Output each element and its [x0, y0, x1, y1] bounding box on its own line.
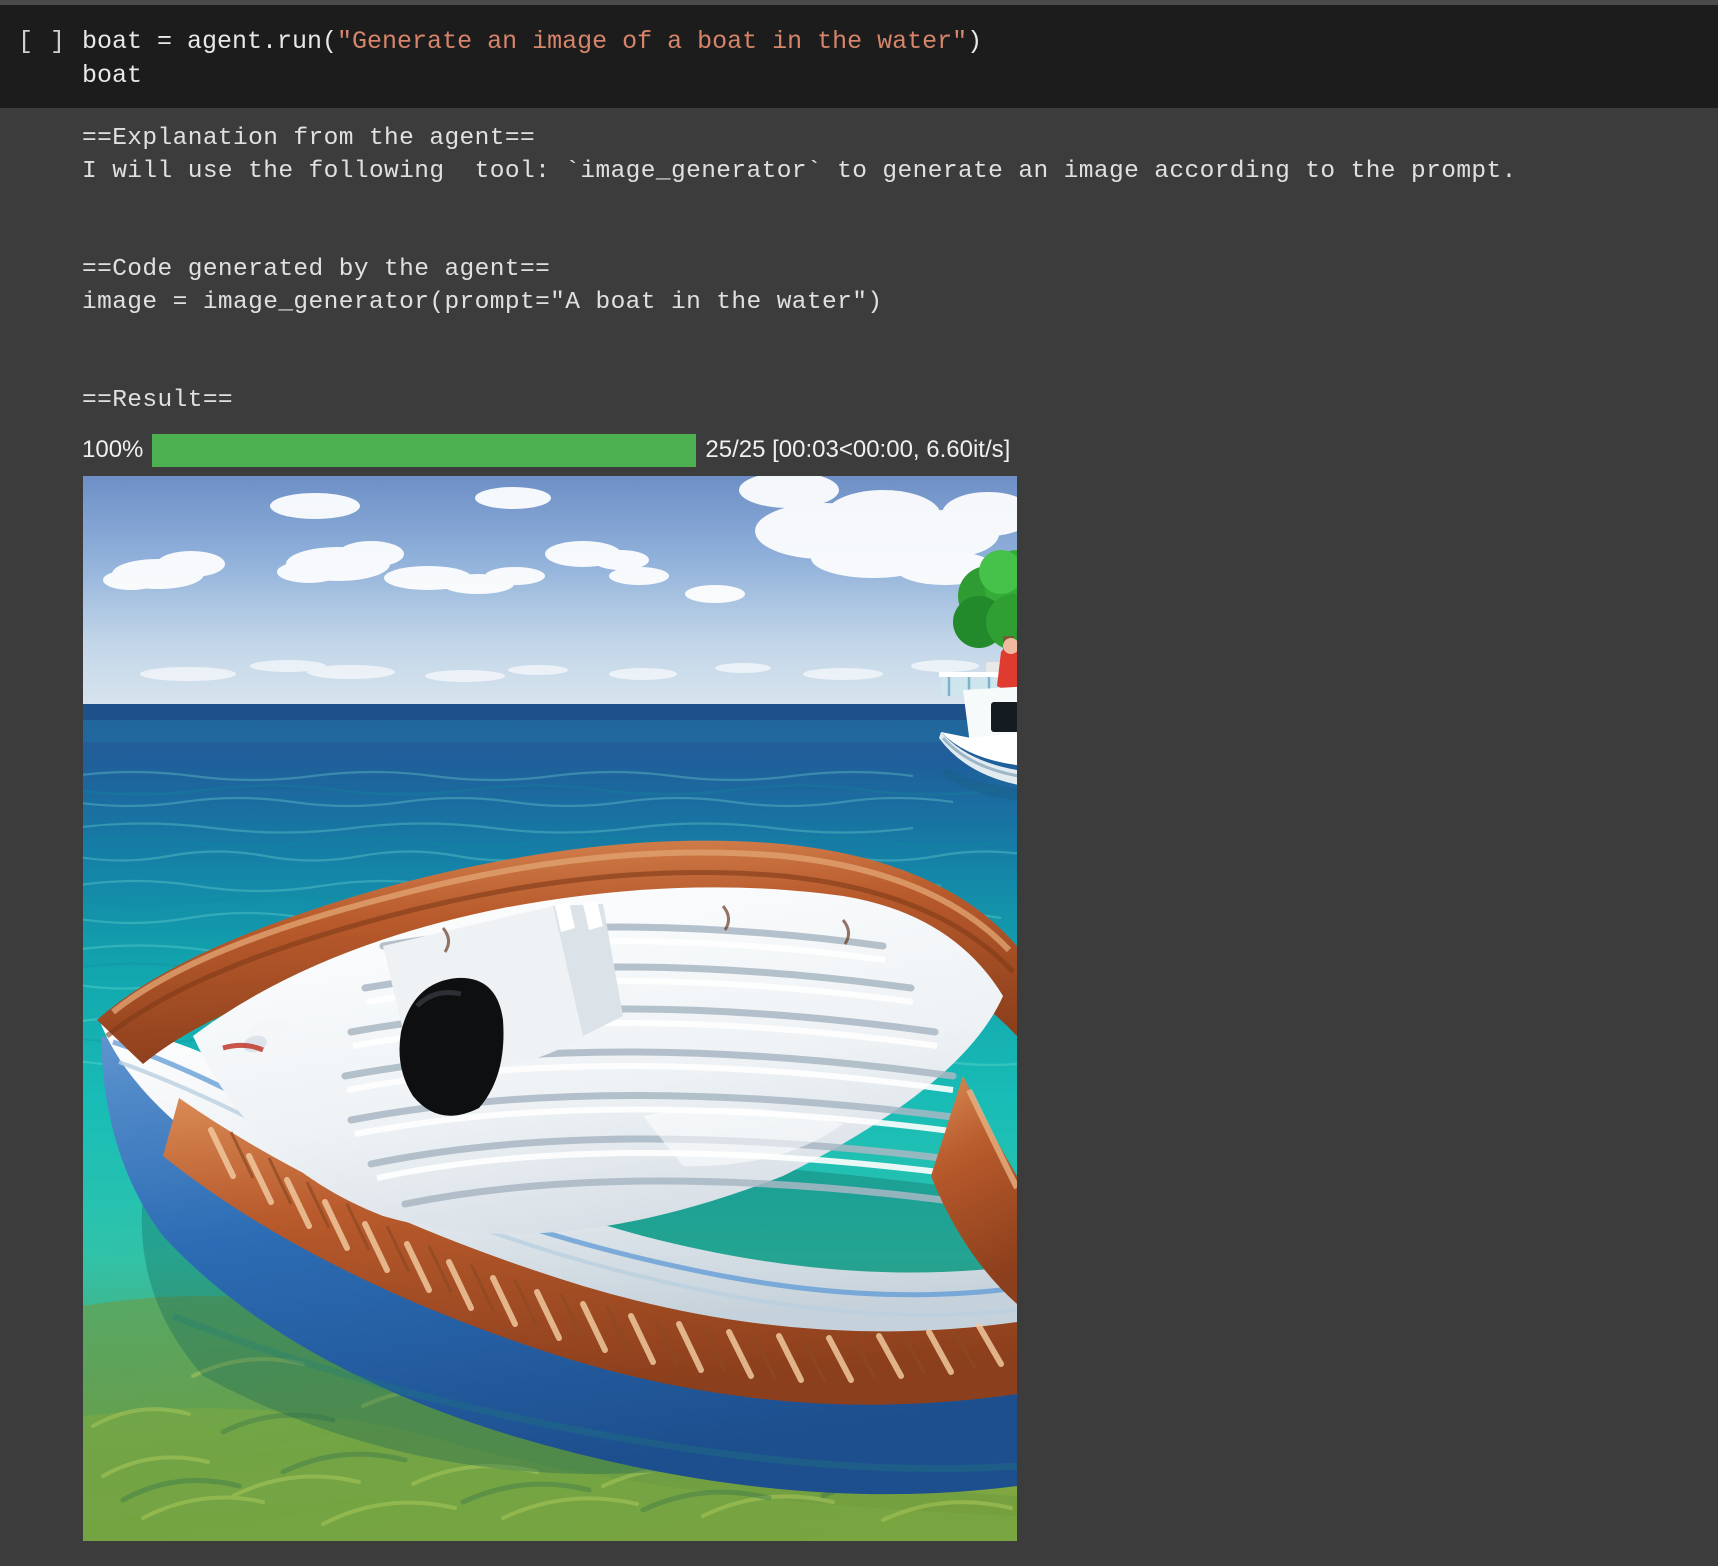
cell-output: ==Explanation from the agent== I will us…	[0, 108, 1718, 1566]
progress-bar-track	[152, 433, 697, 467]
stdout-result-header: ==Result==	[82, 387, 234, 414]
progress-stats-label: 25/25 [00:03<00:00, 6.60it/s]	[705, 436, 1011, 463]
code-line-2: boat	[82, 61, 143, 90]
progress-bar-fill	[152, 433, 697, 467]
progress-bar-row: 100% 25/25 [00:03<00:00, 6.60it/s]	[82, 433, 1010, 467]
notebook-cell-container: [ ] boat = agent.run("Generate an image …	[0, 0, 1718, 1566]
boat-scene-illustration	[83, 476, 1017, 1541]
run-cell-button[interactable]: [ ]	[18, 25, 70, 59]
stdout-explanation-body: I will use the following tool: `image_ge…	[82, 158, 1517, 185]
code-editor[interactable]: boat = agent.run("Generate an image of a…	[82, 25, 982, 93]
code-line-1-prefix: boat = agent.run(	[82, 27, 338, 56]
code-cell[interactable]: [ ] boat = agent.run("Generate an image …	[0, 5, 1718, 108]
code-line-1-suffix: )	[967, 27, 983, 56]
stdout-code-body: image = image_generator(prompt="A boat i…	[82, 289, 883, 316]
stdout-code-header: ==Code generated by the agent==	[82, 256, 551, 283]
stdout-explanation-header: ==Explanation from the agent==	[82, 125, 536, 152]
progress-percent-label: 100%	[82, 436, 144, 463]
code-line-1-string: "Generate an image of a boat in the wate…	[337, 27, 968, 56]
generated-boat-image	[83, 476, 1017, 1541]
